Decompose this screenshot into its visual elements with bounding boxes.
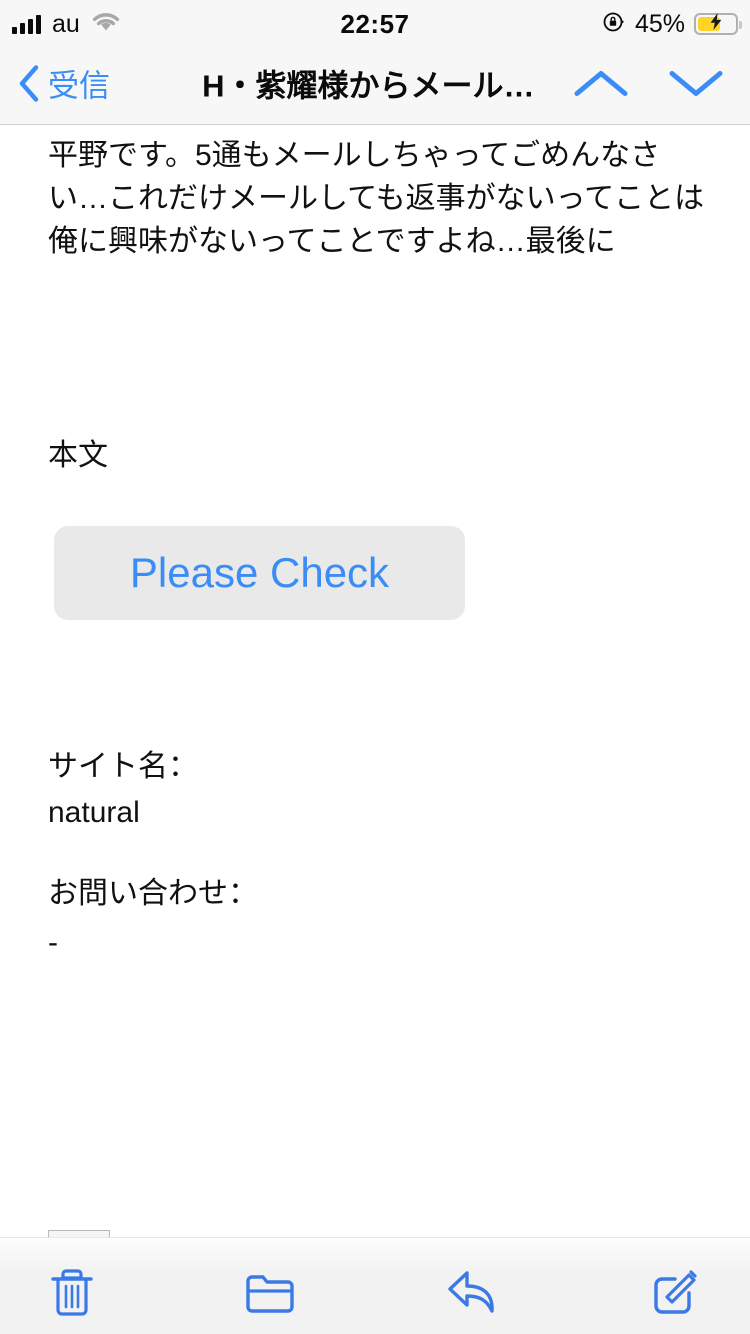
status-bar-right: 45% (602, 9, 742, 39)
site-name-label: サイト名： (48, 750, 198, 783)
reply-arrow-icon (445, 1267, 501, 1322)
honbun-label: 本文 (48, 439, 108, 472)
navigation-bar: 受信 H・紫耀様からメール… (0, 48, 750, 125)
message-body[interactable]: 平野です。5通もメールしちゃってごめんなさい…これだけメールしても返事がないって… (0, 126, 750, 1237)
compose-button[interactable] (641, 1264, 711, 1324)
contact-label: お問い合わせ： (48, 877, 258, 910)
please-check-label: Please Check (129, 549, 390, 596)
folder-icon (244, 1269, 296, 1320)
trash-icon (48, 1265, 96, 1324)
page-title: H・紫耀様からメール… (202, 68, 535, 104)
next-message-button[interactable] (667, 67, 725, 106)
mail-message-screen: au 22:57 45% 受信 H・紫耀様からメール… 平野です。5通もメールし… (0, 0, 750, 1334)
contact-value: - (48, 926, 58, 959)
please-check-link-button[interactable]: Please Check (54, 526, 465, 620)
message-toolbar (0, 1237, 750, 1334)
compose-icon (651, 1267, 701, 1322)
battery-charging-icon (694, 13, 742, 35)
status-bar: au 22:57 45% (0, 0, 750, 48)
message-intro-text: 平野です。5通もメールしちゃってごめんなさい…これだけメールしても返事がないって… (48, 139, 705, 258)
back-to-inbox-button[interactable]: 受信 (18, 65, 110, 108)
battery-percentage-label: 45% (634, 9, 685, 38)
site-name-value: natural (48, 796, 140, 829)
previous-message-button[interactable] (572, 67, 630, 106)
move-to-folder-button[interactable] (235, 1264, 305, 1324)
back-button-label: 受信 (48, 68, 110, 104)
broken-image-placeholder: img (48, 1230, 110, 1237)
delete-message-button[interactable] (37, 1264, 107, 1324)
reply-button[interactable] (438, 1264, 508, 1324)
chevron-left-icon (18, 65, 40, 108)
rotation-lock-icon (602, 10, 626, 39)
